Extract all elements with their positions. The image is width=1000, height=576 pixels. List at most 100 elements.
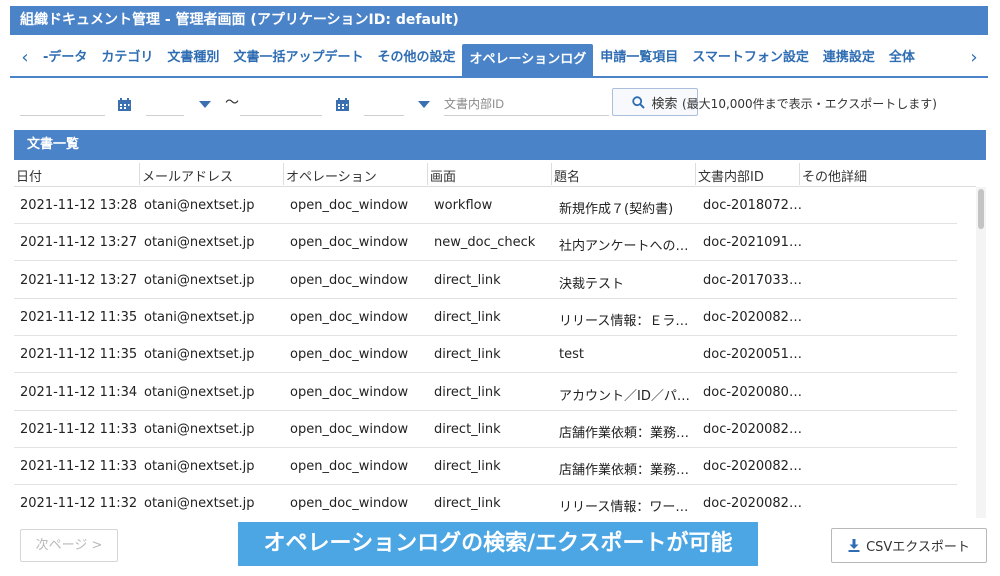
tab-item[interactable]: スマートフォン設定	[685, 40, 816, 76]
table-row[interactable]: 2021-11-12 11:33 otani@nextset.jp open_doc…	[14, 448, 957, 486]
tab-bar: ‹ -データ カテゴリ 文書種別 文書一括アップデート その他の設定 オペレーションログ申…	[10, 40, 988, 78]
tabs-track: -データ カテゴリ 文書種別 文書一括アップデート その他の設定 オペレーションログ 申請一…	[36, 40, 964, 76]
search-note: (最大10,000件まで表示・エクスポートします)	[682, 97, 937, 111]
next-page-button[interactable]: 次ページ >	[20, 529, 118, 562]
table-cell: otani@nextset.jp	[144, 272, 255, 288]
table-cell: doc-2020082…	[703, 496, 802, 512]
column-divider	[139, 163, 140, 185]
table-cell: 店舗作業依頼：業務…	[559, 425, 690, 441]
table-cell: 2021-11-12 11:33	[20, 421, 138, 437]
tab-item[interactable]: オペレーションログ	[462, 44, 594, 76]
date-from-input[interactable]	[20, 94, 105, 116]
table-row[interactable]: 2021-11-12 13:28 otani@nextset.jp open_doc…	[14, 187, 957, 224]
table-cell: direct_link	[434, 272, 501, 288]
table-cell: new_doc_check	[434, 235, 536, 251]
table-body: 2021-11-12 13:28 otani@nextset.jp open_doc…	[14, 187, 976, 518]
tab-item[interactable]: カテゴリ	[94, 40, 160, 76]
table-cell: 社内アンケートへの…	[559, 239, 689, 255]
column-header[interactable]: 題名	[554, 166, 580, 185]
table-row[interactable]: 2021-11-12 11:33 otani@nextset.jp open_doc…	[14, 411, 957, 448]
table-row[interactable]: 2021-11-12 13:27 otani@nextset.jp open_doc…	[14, 262, 957, 299]
table-row[interactable]: 2021-11-12 11:34 otani@nextset.jp open_doc…	[14, 374, 957, 411]
tab-item[interactable]: 文書種別	[160, 40, 226, 76]
tab-item[interactable]: その他の設定	[370, 40, 462, 76]
table-cell: 2021-11-12 11:35	[20, 309, 138, 325]
table-cell: direct_link	[434, 309, 501, 325]
window-title: 組織ドキュメント管理 - 管理者画面 (アプリケーションID: default)	[10, 6, 988, 35]
table-cell: direct_link	[434, 459, 501, 475]
table-cell: open_doc_window	[290, 347, 409, 363]
panel-title: 文書一覧	[14, 130, 986, 160]
csv-export-button[interactable]: CSVエクスポート	[831, 528, 987, 563]
table-row[interactable]: 2021-11-12 11:35 otani@nextset.jp open_doc…	[14, 336, 957, 374]
table-cell: 2021-11-12 11:33	[20, 459, 138, 475]
table-cell: 決裁テスト	[559, 276, 625, 292]
doc-id-input[interactable]	[444, 92, 609, 116]
table-cell: 新規作成７(契約書)	[559, 202, 674, 217]
tab-item[interactable]: 申請一覧項目	[593, 40, 685, 76]
table-cell: open_doc_window	[290, 459, 409, 475]
table-row[interactable]: 2021-11-12 13:27 otani@nextset.jp open_doc…	[14, 224, 957, 262]
tab-item[interactable]: 連携設定	[816, 40, 882, 76]
table-cell: doc-2018072…	[703, 198, 802, 213]
table-cell: otani@nextset.jp	[144, 384, 255, 400]
scrollbar-thumb[interactable]	[978, 189, 984, 229]
table-cell: doc-2017033…	[703, 272, 802, 288]
column-divider	[695, 163, 696, 185]
time-to-select[interactable]	[364, 94, 404, 116]
table-cell: direct_link	[434, 421, 501, 437]
table-cell: リリース情報：ワー…	[559, 500, 689, 516]
table-cell: 2021-11-12 13:27	[20, 272, 138, 288]
range-separator: 〜	[225, 95, 239, 111]
column-divider	[551, 163, 552, 185]
table-cell: リリース情報：Ｅラ…	[559, 313, 689, 329]
table-cell: open_doc_window	[290, 384, 409, 400]
table-row[interactable]: 2021-11-12 11:35 otani@nextset.jp open_doc…	[14, 299, 957, 336]
column-header[interactable]: メールアドレス	[142, 166, 233, 185]
caret-down-icon[interactable]	[418, 101, 430, 108]
table-cell: otani@nextset.jp	[144, 421, 255, 437]
column-divider	[283, 163, 284, 185]
chevron-left-icon[interactable]: ‹	[16, 48, 34, 68]
table-cell: direct_link	[434, 347, 501, 363]
table-cell: open_doc_window	[290, 421, 409, 437]
tab-item[interactable]: 文書一括アップデート	[226, 40, 370, 76]
table-cell: doc-2021091…	[703, 235, 802, 251]
feature-banner: オペレーションログの検索/エクスポートが可能	[238, 522, 758, 566]
column-header[interactable]: 文書内部ID	[698, 166, 764, 185]
table-cell: open_doc_window	[290, 235, 409, 251]
table-cell: otani@nextset.jp	[144, 198, 255, 213]
column-divider	[427, 163, 428, 185]
table-cell: otani@nextset.jp	[144, 309, 255, 325]
table-cell: 2021-11-12 13:28	[20, 198, 138, 213]
table-cell: open_doc_window	[290, 496, 409, 512]
table-cell: open_doc_window	[290, 198, 409, 213]
time-from-select[interactable]	[146, 94, 184, 116]
calendar-icon[interactable]	[117, 97, 132, 112]
table-cell: アカウント／ID／パ…	[559, 388, 690, 404]
caret-down-icon[interactable]	[199, 101, 211, 108]
chevron-right-icon[interactable]: ›	[965, 48, 983, 68]
table-row[interactable]: 2021-11-12 11:32 otani@nextset.jp open_doc…	[14, 485, 957, 518]
table-cell: otani@nextset.jp	[144, 496, 255, 512]
table-cell: direct_link	[434, 384, 501, 400]
calendar-icon[interactable]	[335, 97, 350, 112]
table-cell: 2021-11-12 11:35	[20, 347, 138, 363]
table-cell: 2021-11-12 13:27	[20, 235, 138, 251]
table-cell: 2021-11-12 11:32	[20, 496, 138, 512]
table-cell: test	[559, 347, 584, 363]
column-header[interactable]: 画面	[430, 166, 456, 185]
column-header[interactable]: その他詳細	[802, 166, 867, 185]
date-to-input[interactable]	[240, 94, 322, 116]
tab-item[interactable]: -データ	[36, 40, 94, 76]
table-cell: open_doc_window	[290, 272, 409, 288]
table-cell: otani@nextset.jp	[144, 347, 255, 363]
column-header[interactable]: 日付	[16, 166, 42, 185]
table-scrollbar[interactable]	[976, 187, 986, 518]
search-form: 〜 検索 (最大10,000件まで表示・エクスポートします)	[20, 88, 980, 118]
table-cell: otani@nextset.jp	[144, 459, 255, 475]
column-header[interactable]: オペレーション	[286, 166, 377, 185]
tab-item[interactable]: 全体	[882, 40, 922, 76]
table-cell: doc-2020082…	[703, 459, 802, 475]
table-cell: otani@nextset.jp	[144, 235, 255, 251]
